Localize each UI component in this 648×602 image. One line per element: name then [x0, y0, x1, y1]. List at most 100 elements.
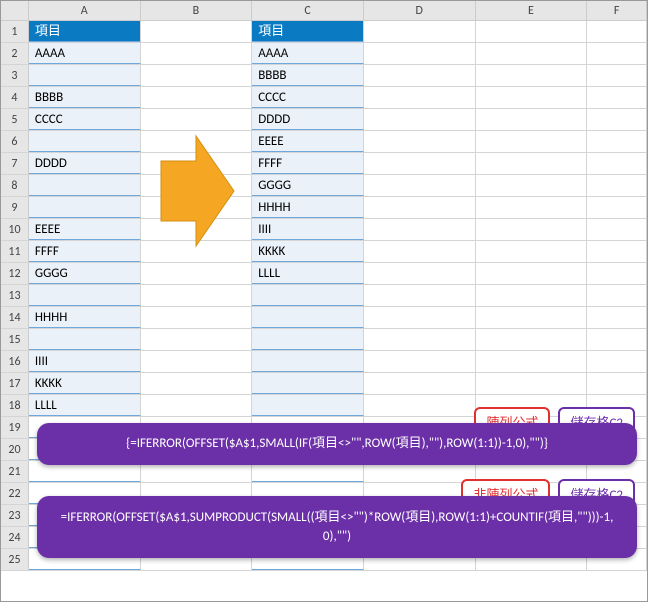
- cell-B4[interactable]: [141, 87, 253, 108]
- cell-F16[interactable]: [587, 351, 647, 372]
- cell-F9[interactable]: [587, 197, 647, 218]
- cell-D8[interactable]: [364, 175, 476, 196]
- cell-A14[interactable]: HHHH: [29, 307, 141, 328]
- cell-E10[interactable]: [476, 219, 588, 240]
- cell-B16[interactable]: [141, 351, 253, 372]
- row-header[interactable]: 9: [1, 197, 29, 218]
- cell-F3[interactable]: [587, 65, 647, 86]
- cell-E6[interactable]: [476, 131, 588, 152]
- cell-C11[interactable]: KKKK: [252, 241, 364, 262]
- row-header[interactable]: 23: [1, 505, 29, 526]
- cell-C17[interactable]: [252, 373, 364, 394]
- cell-A11[interactable]: FFFF: [29, 241, 141, 262]
- row-header[interactable]: 3: [1, 65, 29, 86]
- cell-A8[interactable]: [29, 175, 141, 196]
- cell-B14[interactable]: [141, 307, 253, 328]
- cell-B10[interactable]: [141, 219, 253, 240]
- row-header[interactable]: 17: [1, 373, 29, 394]
- cell-F2[interactable]: [587, 43, 647, 64]
- cell-D13[interactable]: [364, 285, 476, 306]
- cell-F7[interactable]: [587, 153, 647, 174]
- cell-C6[interactable]: EEEE: [252, 131, 364, 152]
- cell-C16[interactable]: [252, 351, 364, 372]
- cell-F11[interactable]: [587, 241, 647, 262]
- cell-B5[interactable]: [141, 109, 253, 130]
- cell-D9[interactable]: [364, 197, 476, 218]
- cell-A9[interactable]: [29, 197, 141, 218]
- cell-B6[interactable]: [141, 131, 253, 152]
- col-header-A[interactable]: A: [29, 1, 141, 20]
- col-header-C[interactable]: C: [252, 1, 364, 20]
- row-header[interactable]: 10: [1, 219, 29, 240]
- cell-A7[interactable]: DDDD: [29, 153, 141, 174]
- cell-E3[interactable]: [476, 65, 588, 86]
- cell-A1[interactable]: 項目: [29, 21, 141, 42]
- cell-E8[interactable]: [476, 175, 588, 196]
- cell-E7[interactable]: [476, 153, 588, 174]
- cell-C14[interactable]: [252, 307, 364, 328]
- cell-E11[interactable]: [476, 241, 588, 262]
- row-header[interactable]: 15: [1, 329, 29, 350]
- row-header[interactable]: 8: [1, 175, 29, 196]
- cell-B2[interactable]: [141, 43, 253, 64]
- select-all-corner[interactable]: [1, 1, 29, 20]
- col-header-D[interactable]: D: [364, 1, 476, 20]
- col-header-F[interactable]: F: [587, 1, 647, 20]
- cell-F5[interactable]: [587, 109, 647, 130]
- cell-B18[interactable]: [141, 395, 253, 416]
- cell-B9[interactable]: [141, 197, 253, 218]
- cell-D14[interactable]: [364, 307, 476, 328]
- cell-C13[interactable]: [252, 285, 364, 306]
- cell-B15[interactable]: [141, 329, 253, 350]
- cell-D6[interactable]: [364, 131, 476, 152]
- cell-D12[interactable]: [364, 263, 476, 284]
- cell-A16[interactable]: IIII: [29, 351, 141, 372]
- cell-C1[interactable]: 項目: [252, 21, 364, 42]
- cell-C2[interactable]: AAAA: [252, 43, 364, 64]
- row-header[interactable]: 20: [1, 439, 29, 460]
- cell-D7[interactable]: [364, 153, 476, 174]
- row-header[interactable]: 7: [1, 153, 29, 174]
- cell-E2[interactable]: [476, 43, 588, 64]
- row-header[interactable]: 5: [1, 109, 29, 130]
- cell-C5[interactable]: DDDD: [252, 109, 364, 130]
- cell-D5[interactable]: [364, 109, 476, 130]
- cell-A3[interactable]: [29, 65, 141, 86]
- cell-E14[interactable]: [476, 307, 588, 328]
- row-header[interactable]: 18: [1, 395, 29, 416]
- cell-A5[interactable]: CCCC: [29, 109, 141, 130]
- cell-E1[interactable]: [476, 21, 588, 42]
- cell-E17[interactable]: [476, 373, 588, 394]
- col-header-B[interactable]: B: [141, 1, 253, 20]
- cell-D2[interactable]: [364, 43, 476, 64]
- cell-F13[interactable]: [587, 285, 647, 306]
- cell-B13[interactable]: [141, 285, 253, 306]
- cell-C7[interactable]: FFFF: [252, 153, 364, 174]
- cell-B17[interactable]: [141, 373, 253, 394]
- cell-F4[interactable]: [587, 87, 647, 108]
- row-header[interactable]: 14: [1, 307, 29, 328]
- col-header-E[interactable]: E: [476, 1, 588, 20]
- cell-D3[interactable]: [364, 65, 476, 86]
- cell-C12[interactable]: LLLL: [252, 263, 364, 284]
- cell-B11[interactable]: [141, 241, 253, 262]
- cell-F17[interactable]: [587, 373, 647, 394]
- row-header[interactable]: 21: [1, 461, 29, 482]
- cell-D17[interactable]: [364, 373, 476, 394]
- cell-D4[interactable]: [364, 87, 476, 108]
- cell-E16[interactable]: [476, 351, 588, 372]
- cell-D18[interactable]: [364, 395, 476, 416]
- cell-A15[interactable]: [29, 329, 141, 350]
- cell-C15[interactable]: [252, 329, 364, 350]
- cell-D1[interactable]: [364, 21, 476, 42]
- cell-B1[interactable]: [141, 21, 253, 42]
- cell-A13[interactable]: [29, 285, 141, 306]
- cell-B7[interactable]: [141, 153, 253, 174]
- row-header[interactable]: 6: [1, 131, 29, 152]
- row-header[interactable]: 12: [1, 263, 29, 284]
- cell-E5[interactable]: [476, 109, 588, 130]
- cell-A18[interactable]: LLLL: [29, 395, 141, 416]
- cell-F14[interactable]: [587, 307, 647, 328]
- cell-D16[interactable]: [364, 351, 476, 372]
- row-header[interactable]: 4: [1, 87, 29, 108]
